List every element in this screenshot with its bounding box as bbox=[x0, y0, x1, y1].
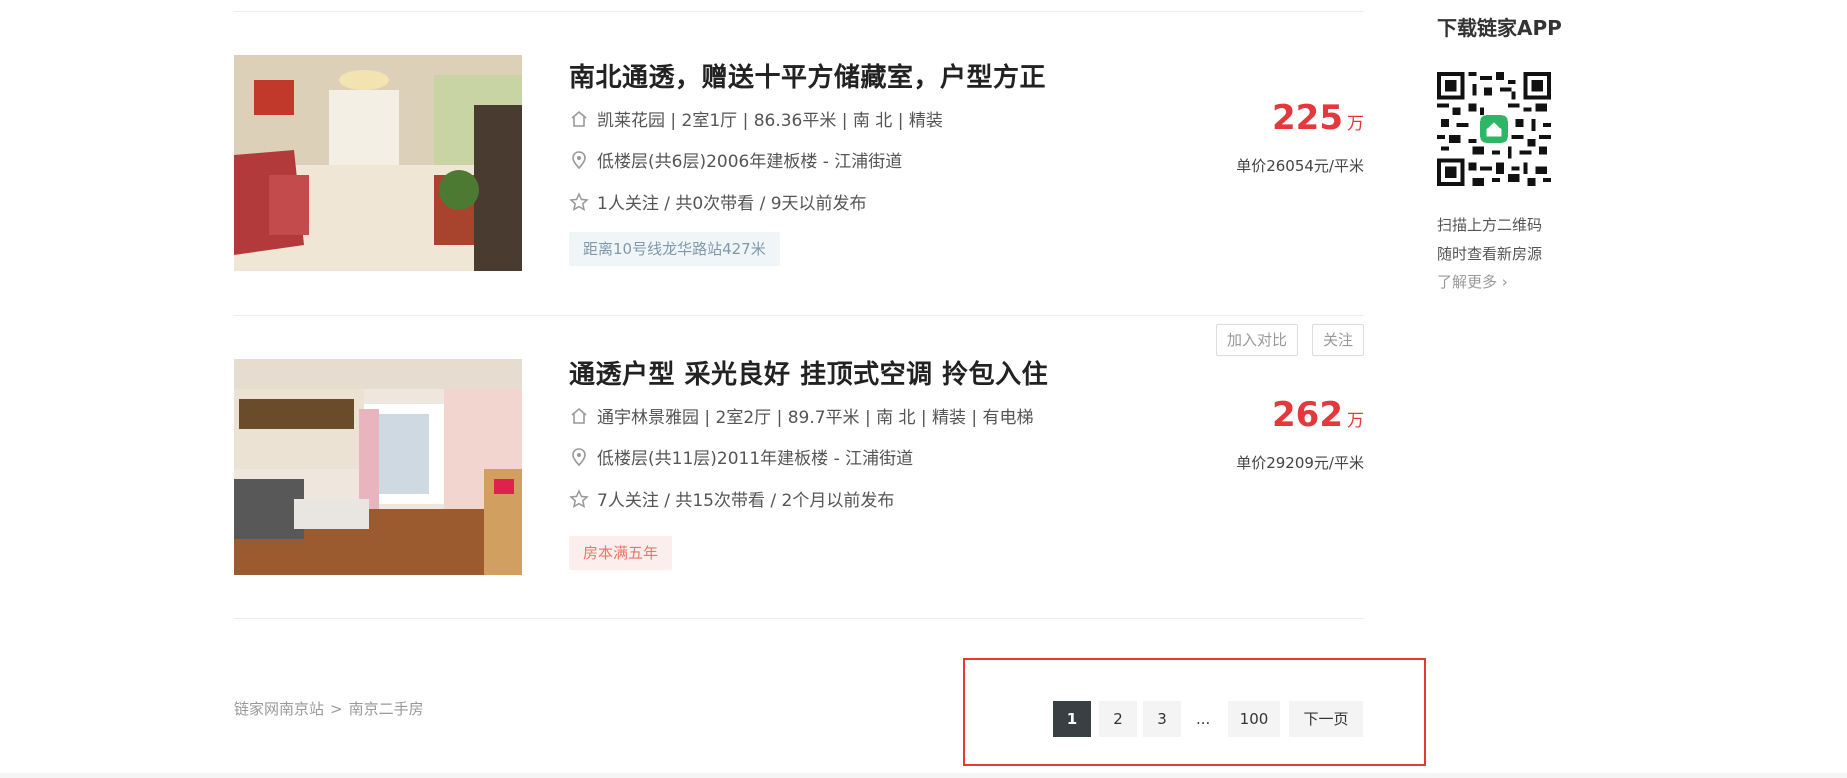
total-price: 225 万 bbox=[1272, 98, 1364, 138]
scan-instruction: 扫描上方二维码 bbox=[1437, 216, 1543, 234]
house-info-text: 凯莱花园 | 2室1厅 | 86.36平米 | 南 北 | 精装 bbox=[597, 111, 943, 131]
bottom-scroll-area bbox=[0, 773, 1847, 778]
breadcrumb-site[interactable]: 链家网南京站 bbox=[234, 700, 324, 718]
listing-divider bbox=[234, 315, 1364, 316]
breadcrumb: 链家网南京站 > 南京二手房 bbox=[234, 698, 430, 719]
listing-item[interactable]: 加入对比 关注 通透户型 采光良好 挂顶式空调 拎包入住 通宇林景雅园 | 2室… bbox=[234, 324, 1364, 584]
qr-code-icon bbox=[1437, 72, 1551, 186]
add-compare-button[interactable]: 加入对比 bbox=[1215, 324, 1298, 356]
price-value: 262 bbox=[1272, 395, 1343, 435]
page-button-1[interactable]: 1 bbox=[1053, 701, 1091, 737]
next-page-button[interactable]: 下一页 bbox=[1289, 701, 1363, 737]
follow-info: 1人关注 / 共0次带看 / 9天以前发布 bbox=[569, 189, 867, 214]
page-button-2[interactable]: 2 bbox=[1099, 701, 1137, 737]
follow-button[interactable]: 关注 bbox=[1311, 324, 1364, 356]
follow-info: 7人关注 / 共15次带看 / 2个月以前发布 bbox=[569, 486, 894, 511]
app-download-title: 下载链家APP bbox=[1437, 16, 1562, 40]
position-info-text: 低楼层(共6层)2006年建板楼 - 江浦街道 bbox=[597, 152, 903, 172]
listing-title[interactable]: 通透户型 采光良好 挂顶式空调 拎包入住 bbox=[569, 354, 1048, 391]
price-unit: 万 bbox=[1347, 114, 1364, 134]
position-info: 低楼层(共6层)2006年建板楼 - 江浦街道 bbox=[569, 147, 902, 172]
star-icon bbox=[569, 191, 589, 212]
page-button-last[interactable]: 100 bbox=[1228, 701, 1280, 737]
total-price: 262 万 bbox=[1272, 395, 1364, 435]
house-icon bbox=[569, 109, 589, 129]
house-info-text: 通宇林景雅园 | 2室2厅 | 89.7平米 | 南 北 | 精装 | 有电梯 bbox=[597, 408, 1034, 428]
house-info: 凯莱花园 | 2室1厅 | 86.36平米 | 南 北 | 精装 bbox=[569, 106, 943, 131]
learn-more-link[interactable]: 了解更多 › bbox=[1437, 271, 1508, 292]
listing-item[interactable]: 南北通透，赠送十平方储藏室，户型方正 凯莱花园 | 2室1厅 | 86.36平米… bbox=[234, 55, 1364, 315]
position-info-text: 低楼层(共11层)2011年建板楼 - 江浦街道 bbox=[597, 449, 914, 469]
breadcrumb-section[interactable]: 南京二手房 bbox=[349, 700, 424, 718]
position-info: 低楼层(共11层)2011年建板楼 - 江浦街道 bbox=[569, 444, 913, 469]
unit-price: 单价26054元/平米 bbox=[1236, 157, 1364, 175]
taxfree-tag: 房本满五年 bbox=[569, 536, 673, 570]
subway-tag: 距离10号线龙华路站427米 bbox=[569, 232, 780, 266]
page-button-3[interactable]: 3 bbox=[1143, 701, 1181, 737]
price-unit: 万 bbox=[1347, 411, 1364, 431]
app-download-sidebar: 下载链家APP 扫描上方二维码 随时查看新房源 了解更多 › bbox=[1437, 12, 1597, 291]
listing-photo[interactable] bbox=[234, 55, 522, 271]
follow-info-text: 7人关注 / 共15次带看 / 2个月以前发布 bbox=[597, 491, 895, 511]
page-ellipsis: ... bbox=[1196, 710, 1211, 728]
house-info: 通宇林景雅园 | 2室2厅 | 89.7平米 | 南 北 | 精装 | 有电梯 bbox=[569, 403, 1034, 428]
scan-subtext: 随时查看新房源 bbox=[1437, 245, 1543, 263]
house-icon bbox=[569, 406, 589, 426]
listing-title[interactable]: 南北通透，赠送十平方储藏室，户型方正 bbox=[569, 57, 1046, 94]
listing-divider bbox=[234, 618, 1364, 619]
price-value: 225 bbox=[1272, 98, 1343, 138]
listing-photo[interactable] bbox=[234, 359, 522, 575]
top-divider bbox=[234, 11, 1364, 12]
location-pin-icon bbox=[569, 447, 589, 467]
follow-info-text: 1人关注 / 共0次带看 / 9天以前发布 bbox=[597, 194, 867, 214]
unit-price: 单价29209元/平米 bbox=[1236, 454, 1364, 472]
location-pin-icon bbox=[569, 150, 589, 170]
star-icon bbox=[569, 488, 589, 509]
breadcrumb-separator: > bbox=[330, 700, 343, 718]
